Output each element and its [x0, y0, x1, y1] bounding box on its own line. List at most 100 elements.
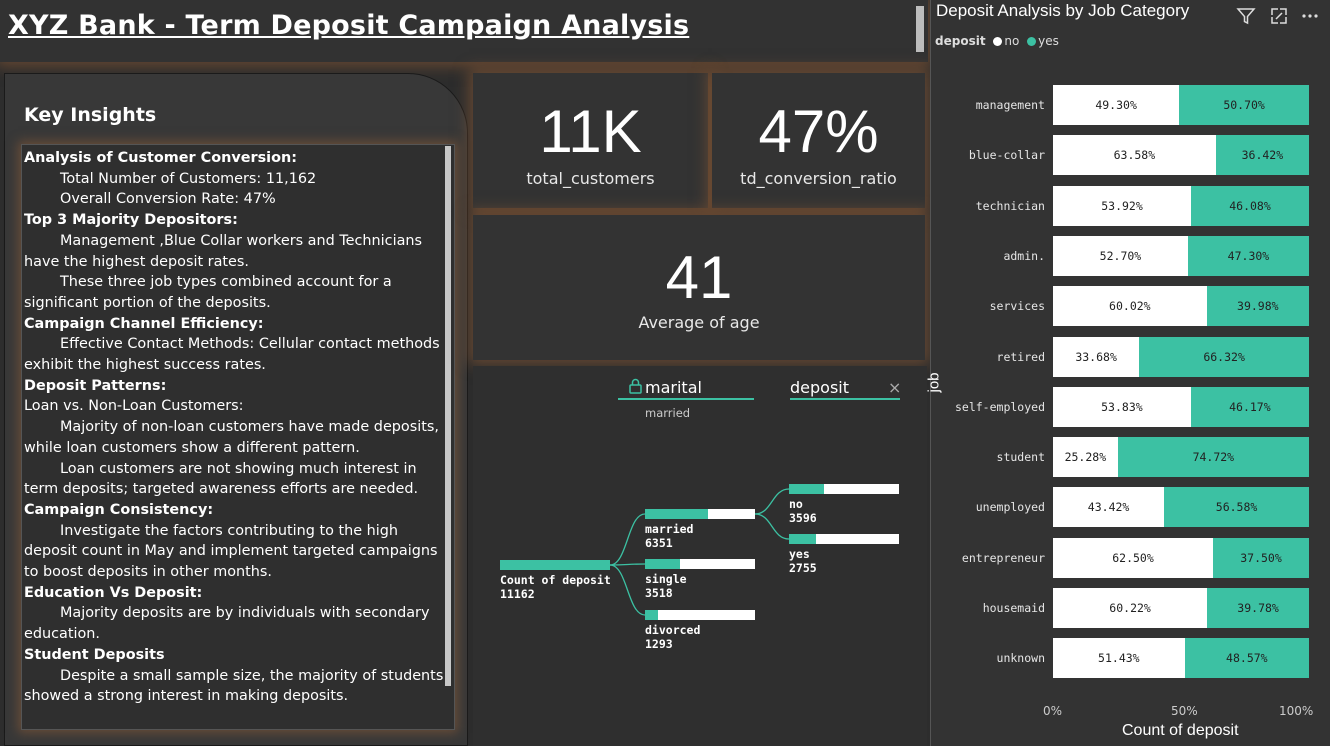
node-married-label: married 6351 — [645, 522, 693, 550]
legend-item-no[interactable]: no — [989, 34, 1019, 48]
bar-no-unknown[interactable]: 51.43% — [1053, 638, 1185, 679]
bar-yes-student[interactable]: 74.72% — [1117, 437, 1309, 478]
bar-no-entrepreneur[interactable]: 62.50% — [1053, 537, 1213, 578]
bar-no-retired[interactable]: 33.68% — [1053, 336, 1140, 377]
chart-title: Deposit Analysis by Job Category — [936, 1, 1190, 20]
data-label: 48.57% — [1226, 651, 1268, 666]
category-label: technician — [975, 198, 1045, 213]
insights-textbox[interactable]: Analysis of Customer Conversion: Total Nu… — [21, 144, 455, 730]
bar-yes-self-employed[interactable]: 46.17% — [1190, 386, 1309, 427]
tree-connectors — [609, 488, 790, 616]
node-root-bar[interactable] — [500, 560, 610, 570]
bar-no-technician[interactable]: 53.92% — [1053, 185, 1192, 226]
legend-swatch-yes — [1027, 37, 1037, 46]
insight-heading: Top 3 Majority Depositors: — [24, 212, 238, 229]
focus-mode-icon[interactable] — [1269, 6, 1289, 26]
node-root-label: Count of deposit 11162 — [500, 573, 611, 601]
insight-line: Investigate the factors contributing to … — [24, 522, 438, 581]
kpi-conversion-ratio[interactable]: 47% td_conversion_ratio — [712, 73, 925, 208]
filter-icon[interactable] — [1236, 6, 1256, 26]
insight-line: Effective Contact Methods: Cellular cont… — [24, 336, 440, 374]
node-root-bar-fill — [500, 560, 610, 570]
node-married-name: married — [645, 522, 694, 536]
bar-no-admin.[interactable]: 52.70% — [1053, 235, 1188, 276]
kpi-average-age[interactable]: 41 Average of age — [473, 215, 925, 360]
more-options-icon[interactable] — [1300, 6, 1320, 26]
category-label: self-employed — [954, 399, 1045, 414]
insights-text: Analysis of Customer Conversion: Total Nu… — [24, 148, 444, 707]
insight-line: Management ,Blue Collar workers and Tech… — [24, 232, 423, 270]
bar-no-unemployed[interactable]: 43.42% — [1053, 487, 1165, 528]
decomposition-tree[interactable]: marital married deposit × Count of depos… — [473, 366, 927, 746]
bar-no-self-employed[interactable]: 53.83% — [1053, 386, 1191, 427]
legend-item-yes[interactable]: yes — [1023, 34, 1059, 48]
legend-swatch-no — [993, 37, 1003, 46]
data-label: 52.70% — [1099, 248, 1142, 263]
y-axis-label: job — [925, 372, 943, 393]
data-label: 62.50% — [1112, 550, 1154, 565]
category-label: blue-collar — [968, 148, 1045, 163]
insight-heading: Education Vs Deposit: — [24, 584, 203, 601]
insight-heading: Analysis of Customer Conversion: — [24, 150, 297, 166]
node-single-label: single 3518 — [645, 572, 687, 600]
data-label: 60.02% — [1109, 299, 1151, 314]
insights-panel: Key Insights Analysis of Customer Conver… — [4, 73, 468, 746]
bar-yes-housemaid[interactable]: 39.78% — [1207, 588, 1309, 628]
insight-line: Despite a small sample size, the majorit… — [24, 667, 444, 705]
bar-yes-admin.[interactable]: 47.30% — [1187, 235, 1309, 276]
node-deposit-no-bar[interactable] — [789, 484, 899, 494]
report-title-bar: XYZ Bank - Term Deposit Campaign Analysi… — [0, 0, 928, 62]
kpi-label: Average of age — [638, 313, 760, 332]
kpi-total-customers[interactable]: 11K total_customers — [473, 73, 708, 208]
chart-legend: deposit no yes — [935, 34, 1059, 48]
category-label: services — [989, 299, 1045, 314]
bar-no-blue-collar[interactable]: 63.58% — [1053, 135, 1216, 176]
insight-line: Loan vs. Non-Loan Customers: — [24, 398, 244, 415]
insights-scrollbar[interactable] — [445, 146, 451, 686]
insight-line: Majority of non-loan customers have made… — [24, 419, 439, 456]
node-deposit-yes-count: 2755 — [789, 561, 817, 575]
insight-heading: Deposit Patterns: — [24, 377, 167, 394]
data-label: 37.50% — [1240, 550, 1282, 565]
node-deposit-yes-bar[interactable] — [789, 534, 899, 544]
node-deposit-no-count: 3596 — [789, 511, 817, 525]
category-label: management — [975, 98, 1045, 112]
connector-deposit-yes — [754, 513, 790, 540]
bar-yes-entrepreneur[interactable]: 37.50% — [1213, 537, 1309, 578]
node-married-count: 6351 — [645, 536, 673, 550]
bar-no-services[interactable]: 60.02% — [1053, 286, 1207, 327]
bar-yes-services[interactable]: 39.98% — [1206, 286, 1309, 327]
bar-yes-unemployed[interactable]: 56.58% — [1164, 487, 1309, 528]
node-deposit-yes-bar-fill — [789, 534, 817, 544]
data-label: 39.98% — [1237, 299, 1279, 314]
bar-no-housemaid[interactable]: 60.22% — [1053, 588, 1208, 628]
node-single-count: 3518 — [645, 586, 673, 600]
bar-no-management[interactable]: 49.30% — [1053, 85, 1180, 125]
bar-no-student[interactable]: 25.28% — [1053, 437, 1118, 478]
insight-line: These three job types combined account f… — [24, 274, 392, 311]
x-tick-label: 50% — [1171, 704, 1198, 718]
node-single-bar[interactable] — [645, 559, 755, 569]
bar-yes-retired[interactable]: 66.32% — [1139, 336, 1309, 377]
bar-yes-blue-collar[interactable]: 36.42% — [1215, 135, 1309, 176]
category-label: entrepreneur — [961, 550, 1045, 565]
bar-yes-technician[interactable]: 46.08% — [1191, 185, 1309, 226]
title-scrollbar[interactable] — [916, 6, 924, 52]
category-label: unknown — [996, 651, 1045, 666]
node-deposit-no-bar-fill — [789, 484, 825, 494]
connector-single — [609, 563, 646, 566]
data-label: 66.32% — [1203, 349, 1245, 364]
data-label: 63.58% — [1113, 148, 1156, 163]
legend-title: deposit — [935, 34, 986, 48]
node-married-bar[interactable] — [645, 509, 755, 519]
node-deposit-no-name: no — [789, 497, 803, 511]
insight-heading: Student Deposits — [24, 646, 165, 663]
kpi-value: 41 — [665, 244, 733, 311]
job-chart[interactable]: Deposit Analysis by Job Category deposit… — [926, 0, 1330, 746]
node-divorced-bar-fill — [645, 610, 658, 620]
bar-yes-management[interactable]: 50.70% — [1179, 85, 1309, 125]
node-root-name: Count of deposit — [500, 573, 611, 587]
node-divorced-bar[interactable] — [645, 610, 755, 620]
insights-heading: Key Insights — [24, 104, 157, 126]
bar-yes-unknown[interactable]: 48.57% — [1184, 638, 1309, 679]
